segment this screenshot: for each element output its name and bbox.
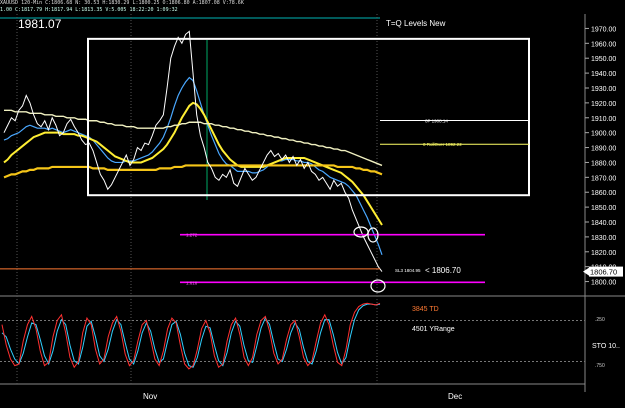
level-label: 0P 1908.14 <box>425 119 448 124</box>
zone-rectangle <box>87 37 530 197</box>
chart-title: T=Q Levels New <box>386 19 446 28</box>
stochastic-k-line <box>1 302 381 370</box>
price-tick-label: 1820.00 <box>591 250 616 257</box>
level-label: 0 RollOver 1892.22 <box>423 142 462 147</box>
stop-loss-label: SL3 1804.95 <box>395 268 421 273</box>
price-tick-label: 1880.00 <box>591 160 616 167</box>
current-price-arrow <box>583 267 589 276</box>
price-tick-label: 1970.00 <box>591 26 616 33</box>
indicator-label-td: 3845 TD <box>412 306 439 313</box>
price-axis: 1970.00 1960.00 1950.00 1940.00 1930.00 1920.… <box>585 26 616 287</box>
price-tick-label: 1830.00 <box>591 235 616 242</box>
x-tick-dec: Dec <box>448 392 462 401</box>
price-tick-label: 1920.00 <box>591 101 616 108</box>
stochastic-d-line <box>1 303 381 368</box>
price-tick-label: 1930.00 <box>591 86 616 93</box>
indicator-tick-250: .250 <box>595 317 605 323</box>
price-tick-label: 1910.00 <box>591 116 616 123</box>
current-price-box-label: 1806.70 <box>590 268 617 277</box>
price-tick-label: 1960.00 <box>591 41 616 48</box>
price-tick-label: 1860.00 <box>591 190 616 197</box>
moving-average-line <box>3 101 383 226</box>
moving-average-line <box>4 109 383 167</box>
price-tick-label: 1840.00 <box>591 220 616 227</box>
price-tick-label: 1940.00 <box>591 71 616 78</box>
price-tick-label: 1850.00 <box>591 205 616 212</box>
indicator-name: STO 10.. <box>592 343 620 350</box>
indicator-tick-750: .750 <box>595 363 605 369</box>
price-tick-label: 1870.00 <box>591 175 616 182</box>
indicator-label-yrange: 4501 YRange <box>412 326 455 333</box>
price-tick-label: 1890.00 <box>591 146 616 153</box>
x-tick-nov: Nov <box>143 392 157 401</box>
big-label: 1981.07 <box>18 17 62 31</box>
price-chart[interactable]: 1970.00 1960.00 1950.00 1940.00 1930.00 1920.… <box>0 0 625 408</box>
level-label: 1.272 <box>186 233 198 238</box>
price-tick-label: 1950.00 <box>591 56 616 63</box>
price-tick-label: 1800.00 <box>591 280 616 287</box>
current-price-label: < 1806.70 <box>425 266 461 275</box>
price-tick-label: 1900.00 <box>591 131 616 138</box>
level-label: 1.618 <box>186 280 198 285</box>
chart-grid <box>0 14 625 392</box>
stochastic-indicator <box>0 302 585 370</box>
